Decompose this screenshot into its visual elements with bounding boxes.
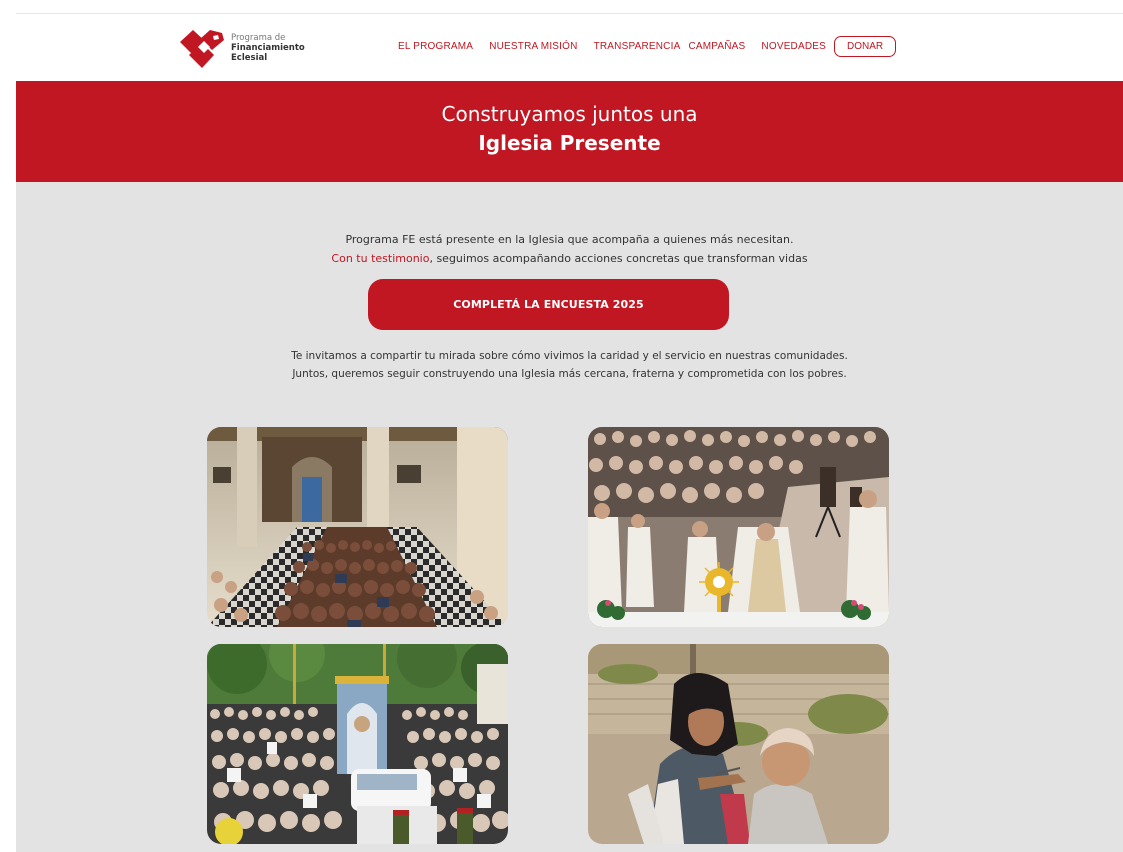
logo-line-1: Programa de [231, 33, 286, 43]
photo-church-interior-image [207, 427, 508, 627]
photo-mother-and-child-image [588, 644, 889, 844]
site-header: Programa de Financiamiento Eclesial EL P… [16, 14, 1123, 81]
intro-text: Programa FE está presente en la Iglesia … [16, 230, 1123, 268]
photo-street-procession-image [207, 644, 508, 844]
invite-line-2: Juntos, queremos seguir construyendo una… [292, 368, 847, 380]
nav-item-nuestra-mision[interactable]: NUESTRA MISIÓN [489, 41, 577, 52]
photo-eucharistic-procession-image [588, 427, 889, 627]
logo-mark-icon [180, 30, 224, 68]
photo-street-procession [207, 644, 508, 844]
site-logo[interactable]: Programa de Financiamiento Eclesial [176, 26, 305, 70]
intro-line-2: Con tu testimonio, seguimos acompañando … [16, 249, 1123, 268]
logo-line-2: Financiamiento [231, 43, 305, 53]
intro-line-2-rest: , seguimos acompañando acciones concreta… [429, 252, 808, 265]
logo-text: Programa de Financiamiento Eclesial [231, 33, 305, 63]
nav-item-transparencia[interactable]: TRANSPARENCIA [594, 41, 681, 52]
intro-line-1: Programa FE está presente en la Iglesia … [345, 233, 794, 246]
hero-title-line-1: Construyamos juntos una [441, 102, 698, 126]
donate-button[interactable]: DONAR [834, 36, 897, 57]
invite-text: Te invitamos a compartir tu mirada sobre… [16, 347, 1123, 383]
main-nav: EL PROGRAMA NUESTRA MISIÓN TRANSPARENCIA… [398, 36, 897, 57]
nav-item-novedades[interactable]: NOVEDADES [761, 41, 826, 52]
main-content: Programa FE está presente en la Iglesia … [16, 182, 1123, 852]
hero-banner: Construyamos juntos una Iglesia Presente [16, 81, 1123, 182]
testimonio-link[interactable]: Con tu testimonio [331, 252, 429, 265]
nav-item-campanas[interactable]: CAMPAÑAS [688, 41, 745, 52]
photo-church-interior [207, 427, 508, 627]
logo-line-3: Eclesial [231, 53, 268, 63]
invite-line-1: Te invitamos a compartir tu mirada sobre… [291, 350, 848, 362]
photo-mother-and-child [588, 644, 889, 844]
nav-item-el-programa[interactable]: EL PROGRAMA [398, 41, 473, 52]
photo-eucharistic-procession [588, 427, 889, 627]
survey-button[interactable]: COMPLETÁ LA ENCUESTA 2025 [368, 279, 729, 330]
hero-title-line-2: Iglesia Presente [478, 131, 661, 155]
